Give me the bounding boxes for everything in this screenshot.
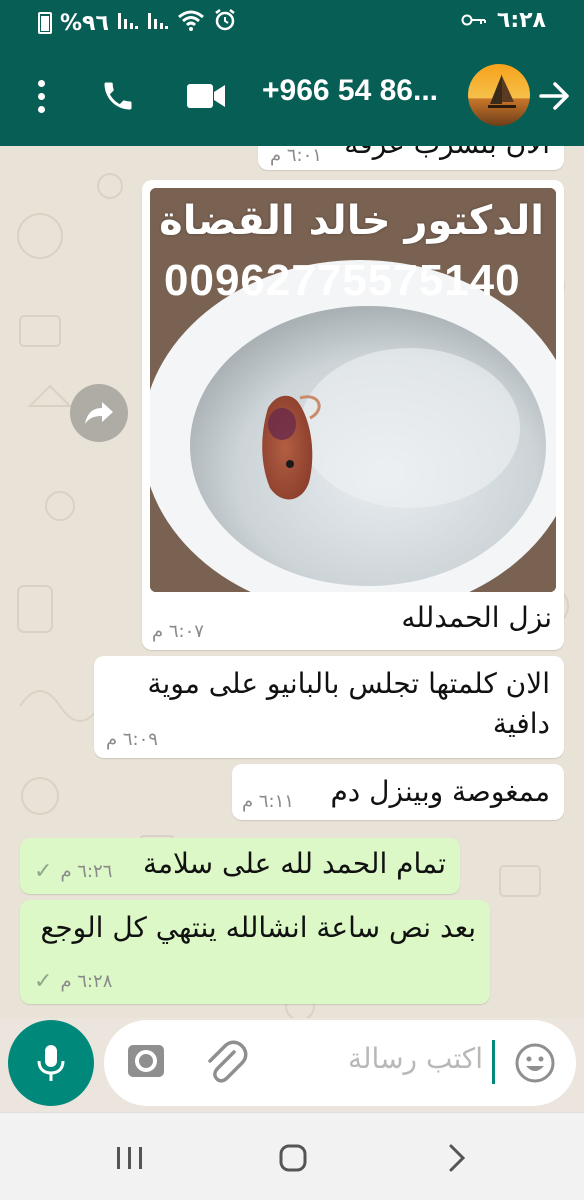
battery-icon [38,12,52,34]
avatar[interactable] [468,64,530,126]
message-text: ممغوصة وبينزل دم [330,775,550,808]
message-bubble-outgoing[interactable]: تمام الحمد لله على سلامة ٦:٢٦ م ✓ [20,838,460,894]
message-text: بعد نص ساعة انشالله ينتهي كل الوجع [40,911,476,944]
message-bubble-incoming[interactable]: ممغوصة وبينزل دم ٦:١١ م [232,764,564,820]
message-bubble-outgoing[interactable]: بعد نص ساعة انشالله ينتهي كل الوجع ٦:٢٨ … [20,900,490,1004]
mic-button[interactable] [8,1020,94,1106]
emoji-icon[interactable] [514,1042,556,1084]
image-message-bubble[interactable]: الدكتور خالد القضاة 00962775575140 نزل ا… [142,180,564,650]
message-text: الان بتشرب عرفة [344,146,550,164]
nav-back-icon[interactable] [440,1141,474,1175]
message-time: ٦:٢٨ م ✓ [34,969,112,994]
signal-icon [117,11,139,35]
message-placeholder: اكتب رسالة [348,1042,484,1075]
image-caption: نزل الحمدلله [401,601,552,634]
video-icon[interactable] [182,74,230,118]
message-bubble-incoming[interactable]: الان بتشرب عرفة ٦:٠١ م [258,146,564,170]
image-overlay-phone: 00962775575140 [164,256,521,305]
message-bubble-incoming[interactable]: الان كلمتها تجلس بالبانيو على موية دافية… [94,656,564,758]
microphone-icon [37,1045,65,1081]
sent-check-icon: ✓ [34,969,53,994]
sent-check-icon: ✓ [34,859,53,884]
image-overlay-text: الدكتور خالد القضاة [159,198,544,244]
message-image[interactable]: الدكتور خالد القضاة 00962775575140 [150,188,556,592]
message-text: تمام الحمد لله على سلامة [142,847,446,880]
clock: ٦:٢٨ [496,8,546,33]
status-bar: %٩٦ ٦:٢٨ [0,0,584,44]
phone-icon[interactable] [96,74,140,118]
message-time: ٦:٠٩ م [106,729,158,750]
navigation-bar [0,1112,584,1200]
back-arrow-icon[interactable] [536,74,574,118]
timestamp: ٦:٠٩ م [106,729,158,750]
signal-icon [147,11,169,35]
home-icon[interactable] [276,1141,310,1175]
timestamp: ٦:١١ م [242,791,294,812]
forward-icon[interactable] [70,384,128,442]
contact-name[interactable]: +966 54 86... [262,74,438,108]
alarm-icon [213,8,237,38]
timestamp: ٦:٢٦ م [60,861,113,882]
message-time: ٦:٠١ م [270,146,322,166]
chat-area[interactable]: الان بتشرب عرفة ٦:٠١ م [0,146,584,1018]
wifi-icon [177,9,205,37]
recents-icon[interactable] [112,1141,148,1175]
message-input[interactable]: اكتب رسالة [104,1020,576,1106]
timestamp: ٦:٠٧ م [152,621,204,642]
message-text: الان كلمتها تجلس بالبانيو على موية دافية [147,667,550,740]
menu-dots-icon[interactable] [24,74,58,118]
timestamp: ٦:٠١ م [270,146,322,166]
camera-icon[interactable] [126,1041,166,1081]
status-left: %٩٦ [38,8,237,38]
attach-icon[interactable] [204,1038,248,1084]
message-time: ٦:٢٦ م ✓ [34,859,112,884]
message-time: ٦:١١ م [242,791,294,812]
message-time: ٦:٠٧ م [152,621,204,642]
key-icon [461,8,487,33]
chat-header: +966 54 86... [0,44,584,146]
battery-level: %٩٦ [60,10,109,36]
text-cursor [492,1040,495,1084]
timestamp: ٦:٢٨ م [60,971,113,992]
status-right: ٦:٢٨ [461,8,546,33]
message-composer: اكتب رسالة [0,1018,584,1112]
